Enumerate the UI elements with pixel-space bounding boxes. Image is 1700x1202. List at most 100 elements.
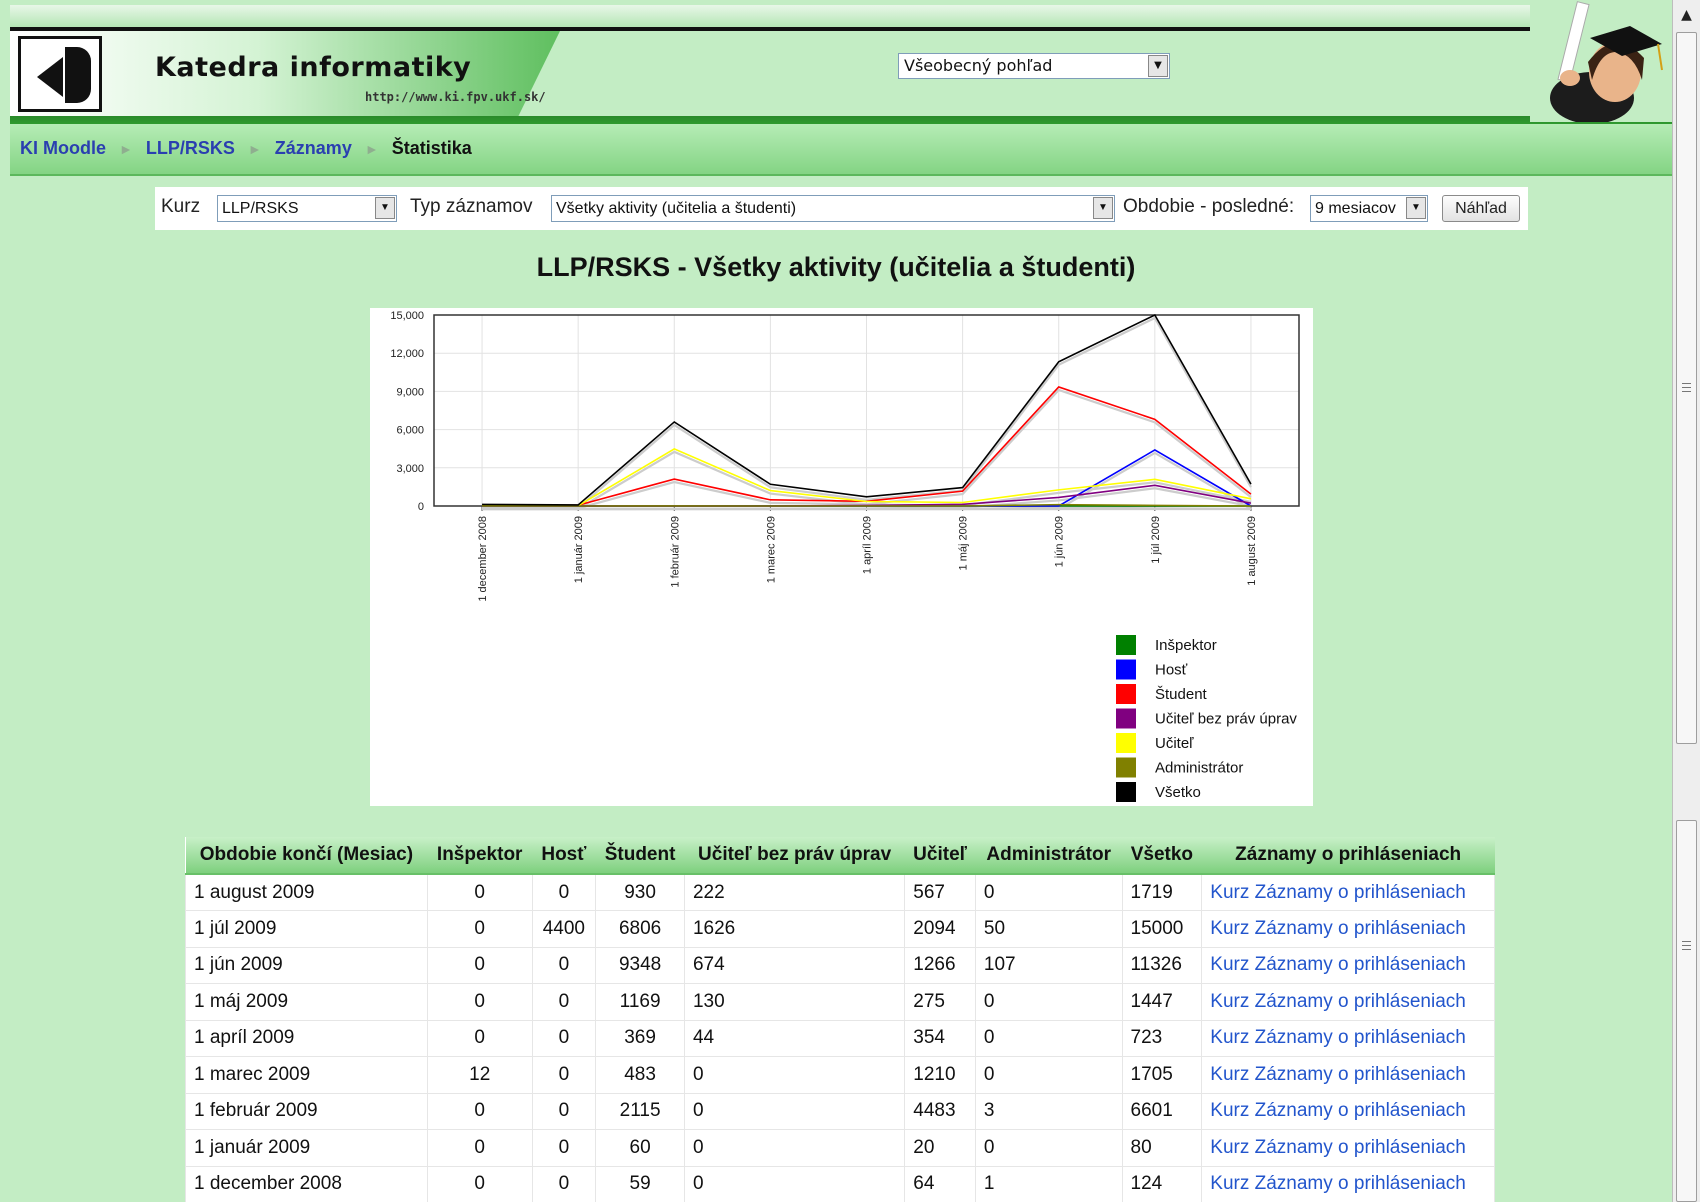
table-cell: 59	[595, 1165, 685, 1202]
logs-link-cell: Kurz Záznamy o prihláseniach	[1201, 946, 1495, 984]
table-body: 1 august 2009 0 0 930 222 567 0 1719 Kurz Záznam…	[185, 873, 1495, 1202]
table-row: 1 január 2009 0 0 60 0 20 0 80 Kurz Záznamy o pr…	[185, 1129, 1495, 1167]
table-cell: 130	[683, 983, 906, 1021]
table-cell: 15000	[1121, 910, 1203, 948]
graduate-illustration	[1530, 0, 1672, 122]
legend-swatch	[1116, 635, 1136, 655]
logs-link-cell: Kurz Záznamy o prihláseniach	[1201, 1165, 1495, 1202]
breadcrumb-link-ki-moodle[interactable]: KI Moodle	[20, 138, 106, 158]
breadcrumb-link-logs[interactable]: Záznamy	[275, 138, 352, 158]
preview-button[interactable]: Náhľad	[1442, 195, 1520, 222]
table-cell: 1626	[683, 910, 906, 948]
table-row: 1 august 2009 0 0 930 222 567 0 1719 Kurz Záznam…	[185, 873, 1495, 911]
table-cell: 369	[595, 1019, 685, 1057]
page-viewport: Katedra informatiky http://www.ki.fpv.uk…	[0, 0, 1672, 1202]
header-bottom-band	[10, 116, 1672, 124]
breadcrumb: KI Moodle ► LLP/RSKS ► Záznamy ► Štatist…	[10, 124, 1672, 176]
course-logs-link[interactable]: Kurz Záznamy o prihláseniach	[1210, 1064, 1466, 1085]
chevron-down-icon[interactable]: ▼	[375, 197, 395, 219]
column-header: Učiteľ	[904, 837, 976, 875]
y-tick-label: 3,000	[396, 463, 424, 475]
column-header: Študent	[595, 837, 685, 875]
table-cell: 0	[974, 1056, 1123, 1094]
table-cell: 11326	[1121, 946, 1203, 984]
course-logs-link[interactable]: Kurz Záznamy o prihláseniach	[1210, 954, 1466, 975]
legend-label: Administrátor	[1155, 760, 1243, 777]
legend-label: Všetko	[1155, 784, 1201, 801]
period-select[interactable]: 9 mesiacov ▼	[1310, 195, 1428, 222]
table-cell: 1 január 2009	[185, 1129, 428, 1167]
table-cell: 0	[974, 873, 1123, 911]
table-row: 1 máj 2009 0 0 1169 130 275 0 1447 Kurz Záznamy …	[185, 983, 1495, 1021]
logs-link-cell: Kurz Záznamy o prihláseniach	[1201, 1092, 1495, 1130]
scrollbar-thumb-lower[interactable]	[1676, 820, 1697, 1202]
table-cell: 44	[683, 1019, 906, 1057]
log-type-select[interactable]: Všetky aktivity (učitelia a študenti) ▼	[551, 195, 1115, 222]
table-cell: 1 august 2009	[185, 873, 428, 911]
table-cell: 107	[974, 946, 1123, 984]
table-cell: 0	[426, 1019, 533, 1057]
breadcrumb-link-course[interactable]: LLP/RSKS	[146, 138, 235, 158]
table-cell: 0	[974, 1129, 1123, 1167]
table-cell: 0	[426, 1165, 533, 1202]
table-cell: 1447	[1121, 983, 1203, 1021]
logs-link-cell: Kurz Záznamy o prihláseniach	[1201, 1056, 1495, 1094]
table-cell: 674	[683, 946, 906, 984]
legend-label: Učiteľ bez práv úprav	[1155, 711, 1297, 728]
scroll-up-arrow-icon[interactable]: ▲	[1673, 0, 1700, 30]
column-header: Inšpektor	[427, 837, 533, 875]
breadcrumb-separator-icon: ►	[247, 141, 262, 157]
table-row: 1 december 2008 0 0 59 0 64 1 124 Kurz Záznamy o…	[185, 1165, 1495, 1202]
table-cell: 2094	[904, 910, 976, 948]
table-cell: 20	[904, 1129, 976, 1167]
course-logs-link[interactable]: Kurz Záznamy o prihláseniach	[1210, 882, 1466, 903]
course-logs-link[interactable]: Kurz Záznamy o prihláseniach	[1210, 1137, 1466, 1158]
logs-link-cell: Kurz Záznamy o prihláseniach	[1201, 1129, 1495, 1167]
column-header: Hosť	[532, 837, 596, 875]
table-cell: 0	[683, 1056, 906, 1094]
legend-swatch	[1116, 782, 1136, 802]
chevron-down-icon[interactable]: ▼	[1406, 197, 1426, 219]
course-select[interactable]: LLP/RSKS ▼	[217, 195, 397, 222]
table-cell: 9348	[595, 946, 685, 984]
table-cell: 930	[595, 873, 685, 911]
table-cell: 0	[426, 983, 533, 1021]
legend-label: Inšpektor	[1155, 637, 1217, 654]
table-cell: 1	[974, 1165, 1123, 1202]
scrollbar-thumb[interactable]	[1676, 32, 1697, 744]
course-logs-link[interactable]: Kurz Záznamy o prihláseniach	[1210, 1100, 1466, 1121]
table-cell: 0	[531, 1092, 597, 1130]
course-logs-link[interactable]: Kurz Záznamy o prihláseniach	[1210, 991, 1466, 1012]
table-cell: 1 marec 2009	[185, 1056, 428, 1094]
logs-link-cell: Kurz Záznamy o prihláseniach	[1201, 873, 1495, 911]
column-header: Obdobie končí (Mesiac)	[185, 837, 428, 875]
course-logs-link[interactable]: Kurz Záznamy o prihláseniach	[1210, 918, 1466, 939]
table-cell: 2115	[595, 1092, 685, 1130]
table-cell: 0	[531, 983, 597, 1021]
x-tick-label: 1 máj 2009	[958, 516, 970, 570]
logs-link-cell: Kurz Záznamy o prihláseniach	[1201, 1019, 1495, 1057]
department-logo[interactable]	[18, 36, 102, 112]
x-tick-label: 1 december 2008	[477, 516, 489, 602]
course-logs-link[interactable]: Kurz Záznamy o prihláseniach	[1210, 1027, 1466, 1048]
table-cell: 4400	[531, 910, 597, 948]
table-header-row: Obdobie končí (Mesiac) Inšpektor Hosť Štude…	[185, 837, 1495, 875]
y-tick-label: 9,000	[396, 386, 424, 398]
legend-swatch	[1116, 757, 1136, 778]
table-cell: 0	[426, 873, 533, 911]
view-select[interactable]: Všeobecný pohľad ▼	[898, 53, 1170, 79]
table-cell: 3	[974, 1092, 1123, 1130]
log-type-select-value: Všetky aktivity (učitelia a študenti)	[556, 200, 797, 217]
table-cell: 0	[426, 946, 533, 984]
table-cell: 0	[426, 1092, 533, 1130]
logs-link-cell: Kurz Záznamy o prihláseniach	[1201, 910, 1495, 948]
course-logs-link[interactable]: Kurz Záznamy o prihláseniach	[1210, 1173, 1466, 1194]
table-cell: 354	[904, 1019, 976, 1057]
chart-title: LLP/RSKS - Všetky aktivity (učitelia a š…	[536, 252, 1136, 282]
x-tick-label: 1 august 2009	[1246, 516, 1258, 586]
view-select-value: Všeobecný pohľad	[904, 56, 1053, 75]
activity-chart: 0 3,000 6,000 9,000 12,000 15,000 1 december 2…	[370, 308, 1313, 806]
chevron-down-icon[interactable]: ▼	[1093, 197, 1113, 219]
vertical-scrollbar[interactable]: ▲	[1672, 0, 1700, 1202]
chevron-down-icon[interactable]: ▼	[1148, 55, 1168, 77]
